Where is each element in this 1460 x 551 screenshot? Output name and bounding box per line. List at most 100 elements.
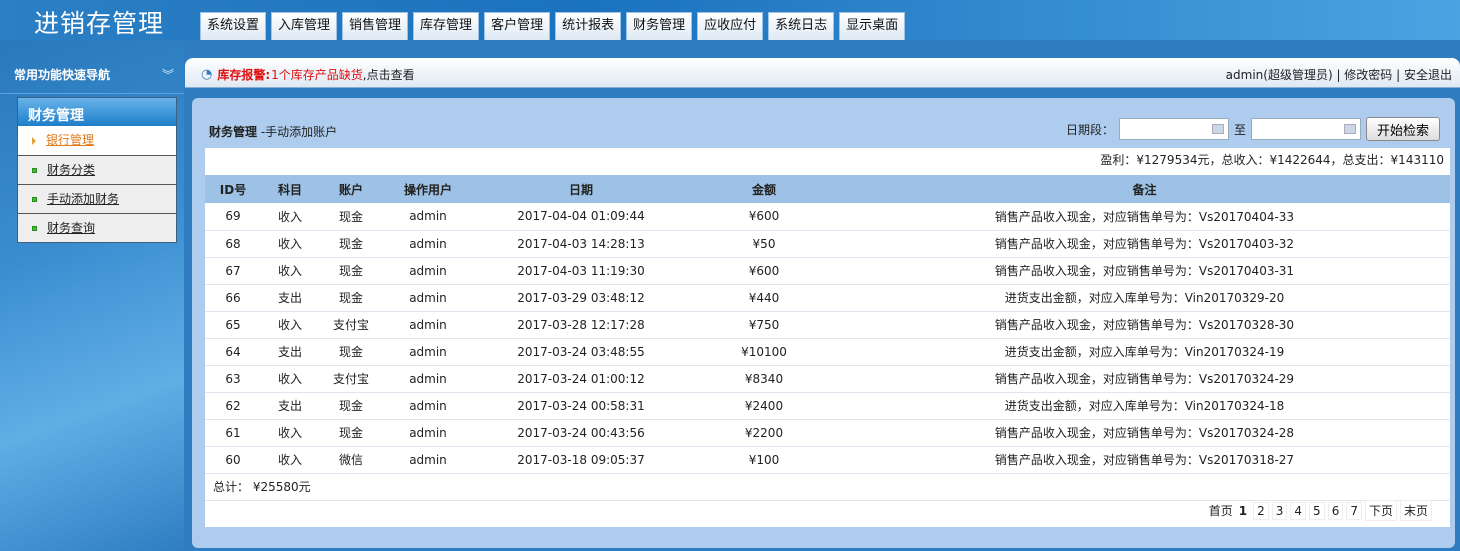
table-cell: ¥100 — [689, 446, 839, 474]
sidebar-item-label[interactable]: 财务分类 — [47, 157, 95, 184]
alert-link[interactable]: ,点击查看 — [363, 66, 415, 83]
table-cell: admin — [383, 203, 473, 231]
tab-5[interactable]: 统计报表 — [555, 12, 622, 40]
table-cell: 现金 — [319, 230, 383, 258]
table-row: 69 收入 现金 admin 2017-04-04 01:09:44 ¥600 销售产品收入… — [205, 203, 1450, 231]
sidebar-item-category[interactable]: 财务分类 — [18, 155, 176, 184]
logout-link[interactable]: 安全退出 — [1404, 68, 1452, 82]
table-cell: 2017-04-03 11:19:30 — [473, 257, 689, 285]
table-cell: 2017-03-18 09:05:37 — [473, 446, 689, 474]
stock-alert[interactable]: ◔ 库存报警: 1个库存产品缺货 ,点击查看 — [201, 66, 415, 83]
table-header: ID号 科目 账户 操作用户 日期 金额 备注 — [205, 175, 1450, 203]
table-row: 61 收入 现金 admin 2017-03-24 00:43:56 ¥2200 销售产品收… — [205, 419, 1450, 447]
sidebar-item-label[interactable]: 手动添加财务 — [47, 186, 119, 213]
bullet-icon — [32, 167, 37, 173]
page-link[interactable]: 末页 — [1399, 500, 1432, 521]
alert-text[interactable]: 1个库存产品缺货 — [271, 66, 363, 83]
table-cell: ¥600 — [689, 203, 839, 231]
sidebar-item-add-finance[interactable]: 手动添加财务 — [18, 184, 176, 213]
page-link[interactable]: 5 — [1309, 501, 1325, 520]
table-row: 60 收入 微信 admin 2017-03-18 09:05:37 ¥100 销售产品收入… — [205, 446, 1450, 474]
tab-9[interactable]: 显示桌面 — [839, 12, 906, 40]
page-link[interactable]: 下页 — [1364, 500, 1397, 521]
table-cell: admin — [383, 338, 473, 366]
table-cell: 进货支出金额，对应入库单号为：Vin20170329-20 — [839, 284, 1450, 312]
table-cell: 2017-04-03 14:28:13 — [473, 230, 689, 258]
sidebar-item-query[interactable]: 财务查询 — [18, 213, 176, 242]
table-cell: 支付宝 — [319, 311, 383, 339]
column-header: 日期 — [473, 175, 689, 203]
table-cell: 销售产品收入现金，对应销售单号为：Vs20170404-33 — [839, 203, 1450, 231]
table-cell: ¥8340 — [689, 365, 839, 393]
sidebar-menu: 财务管理 银行管理 财务分类 手动添加财务 财务查询 — [17, 97, 177, 243]
tab-8[interactable]: 系统日志 — [768, 12, 835, 40]
sidebar-item-label[interactable]: 财务查询 — [47, 215, 95, 242]
table-cell: 销售产品收入现金，对应销售单号为：Vs20170403-32 — [839, 230, 1450, 258]
table-cell: 微信 — [319, 446, 383, 474]
page-link[interactable]: 4 — [1290, 501, 1307, 520]
page-link[interactable]: 首页 — [1209, 502, 1233, 519]
table-cell: admin — [383, 230, 473, 258]
search-button[interactable]: 开始检索 — [1365, 117, 1440, 141]
alert-label: 库存报警: — [217, 68, 271, 82]
table-cell: 现金 — [319, 392, 383, 420]
page-title: 财务管理 -手动添加账户 — [209, 123, 337, 140]
alert-icon: ◔ — [201, 67, 213, 82]
pagination: 首页 1 2 3 4 5 6 7 下页 末页 — [1209, 500, 1432, 521]
tab-3[interactable]: 库存管理 — [413, 12, 480, 40]
table-cell: 2017-03-29 03:48:12 — [473, 284, 689, 312]
page-link[interactable]: 6 — [1327, 501, 1344, 520]
tab-2[interactable]: 销售管理 — [342, 12, 409, 40]
sidebar-item-bank[interactable]: 银行管理 — [18, 126, 176, 155]
calendar-icon[interactable] — [1343, 124, 1356, 134]
table-cell: 支出 — [261, 338, 319, 366]
bullet-icon — [32, 225, 37, 231]
collapse-chevron-icon[interactable]: ︾ — [162, 66, 174, 83]
tab-0[interactable]: 系统设置 — [200, 12, 267, 40]
tab-1[interactable]: 入库管理 — [271, 12, 338, 40]
tab-7[interactable]: 应收应付 — [697, 12, 764, 40]
start-date-input[interactable] — [1118, 118, 1229, 140]
table-row: 67 收入 现金 admin 2017-04-03 11:19:30 ¥600 销售产品收入… — [205, 257, 1450, 285]
table-cell: ¥50 — [689, 230, 839, 258]
bullet-icon — [32, 196, 37, 202]
column-header: 科目 — [261, 175, 319, 203]
table-cell: 进货支出金额，对应入库单号为：Vin20170324-18 — [839, 392, 1450, 420]
change-password-link[interactable]: 修改密码 — [1344, 68, 1392, 82]
column-header: 金额 — [689, 175, 839, 203]
table-cell: 进货支出金额，对应入库单号为：Vin20170324-19 — [839, 338, 1450, 366]
page-link[interactable]: 3 — [1271, 501, 1288, 520]
table-cell: admin — [383, 365, 473, 393]
table-row: 68 收入 现金 admin 2017-04-03 14:28:13 ¥50 销售产品收入现… — [205, 230, 1450, 258]
page-subtitle: -手动添加账户 — [260, 125, 338, 139]
table-cell: 现金 — [319, 284, 383, 312]
table-cell: 现金 — [319, 419, 383, 447]
table-cell: admin — [383, 392, 473, 420]
table-cell: 收入 — [261, 365, 319, 393]
sidebar-item-label[interactable]: 银行管理 — [46, 127, 94, 154]
main-tabs: 系统设置 入库管理 销售管理 库存管理 客户管理 统计报表 财务管理 应收应付 系统日志 显示桌面 — [200, 12, 906, 40]
divider — [0, 93, 184, 94]
top-bar: ◔ 库存报警: 1个库存产品缺货 ,点击查看 admin(超级管理员) | 修改… — [185, 58, 1460, 88]
table-cell: 2017-04-04 01:09:44 — [473, 203, 689, 231]
table-cell: 61 — [205, 419, 261, 447]
page-link[interactable]: 7 — [1346, 501, 1362, 520]
end-date-input[interactable] — [1250, 118, 1361, 140]
table-cell: 收入 — [261, 446, 319, 474]
tab-4[interactable]: 客户管理 — [484, 12, 551, 40]
nav-title: 常用功能快速导航 — [14, 68, 111, 82]
tab-6[interactable]: 财务管理 — [626, 12, 693, 40]
table-cell: admin — [383, 284, 473, 312]
table-cell: 64 — [205, 338, 261, 366]
table-cell: 收入 — [261, 203, 319, 231]
table-total: 总计： ¥25580元 — [205, 474, 1450, 501]
column-header: ID号 — [205, 175, 261, 203]
table-cell: admin — [383, 257, 473, 285]
finance-table-panel: 盈利：¥1279534元，总收入：¥1422644，总支出：¥143110 ID… — [205, 148, 1450, 527]
calendar-icon[interactable] — [1211, 124, 1224, 134]
table-cell: admin — [383, 419, 473, 447]
table-row: 65 收入 支付宝 admin 2017-03-28 12:17:28 ¥750 销售产品收… — [205, 311, 1450, 339]
page-link[interactable]: 2 — [1253, 501, 1269, 520]
table-cell: 63 — [205, 365, 261, 393]
table-cell: 收入 — [261, 419, 319, 447]
